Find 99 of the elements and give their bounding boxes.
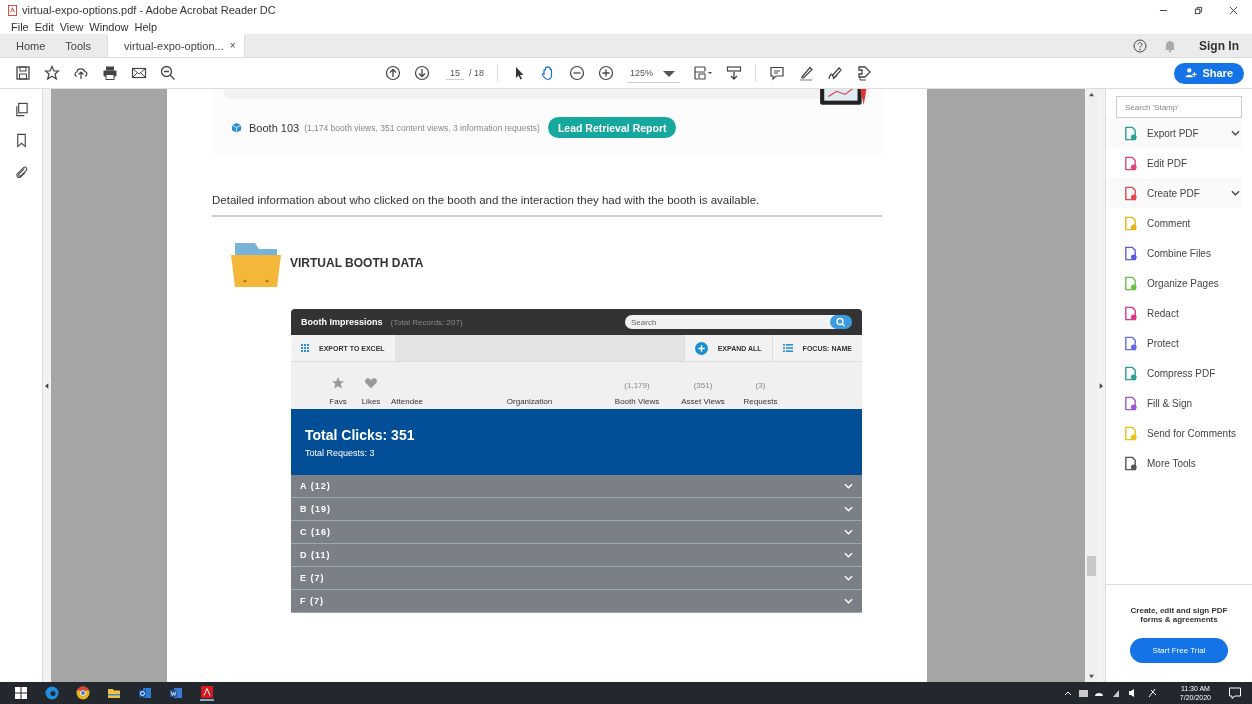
zoom-level-dropdown[interactable]: 125% (627, 63, 681, 83)
tool-item[interactable]: Export PDF (1106, 118, 1242, 148)
folder-icon[interactable] (107, 686, 121, 700)
description-paragraph: Detailed information about who clicked on the booth and the interaction they had with the booth is available. (212, 194, 761, 206)
comment-icon[interactable] (769, 65, 786, 81)
restore-icon[interactable] (1194, 5, 1203, 15)
notification-icon[interactable] (1228, 686, 1242, 700)
cube-icon (231, 122, 242, 133)
search-field[interactable]: Search (625, 315, 836, 329)
menu-item[interactable]: File (11, 20, 29, 34)
tool-item[interactable]: Protect (1106, 328, 1242, 358)
tool-search-field[interactable]: Search 'Stamp' (1116, 96, 1242, 118)
search-icon[interactable] (830, 315, 852, 329)
document-app-icon[interactable] (169, 686, 183, 700)
tool-item[interactable]: Organize Pages (1106, 268, 1242, 298)
stamp-icon[interactable] (856, 65, 873, 81)
chevron-down-icon[interactable] (1231, 190, 1240, 196)
column-header[interactable]: Attendee (391, 397, 424, 406)
column-header[interactable]: Requests (743, 397, 778, 406)
start-free-trial-button[interactable]: Start Free Trial (1130, 638, 1228, 663)
menu-item[interactable]: Edit (34, 20, 54, 34)
print-icon[interactable] (102, 65, 118, 81)
tool-item[interactable]: Comment (1106, 208, 1242, 238)
mail-icon[interactable] (131, 65, 147, 81)
group-row[interactable]: C (16) (291, 521, 862, 544)
tool-item[interactable]: Create PDF (1106, 178, 1242, 208)
tab-close-button[interactable]: × (229, 40, 236, 51)
plus-icon[interactable] (694, 341, 708, 355)
window-title: virtual-expo-options.pdf - Adobe Acrobat Reader DC (22, 4, 276, 16)
menu-item[interactable]: Help (134, 20, 158, 34)
group-row[interactable]: E (7) (291, 567, 862, 590)
add-person-icon[interactable] (1185, 67, 1198, 79)
menu-item[interactable]: View (59, 20, 84, 34)
tool-item[interactable]: Compress PDF (1106, 358, 1242, 388)
record-count: (Total Records: 207) (390, 317, 463, 327)
section-title: VIRTUAL BOOTH DATA (290, 256, 424, 270)
group-row[interactable]: B (19) (291, 498, 862, 521)
cloud-upload-icon[interactable] (73, 65, 89, 81)
column-header[interactable]: Organization (506, 397, 553, 406)
zoom-out-icon[interactable] (569, 65, 586, 81)
tool-item[interactable]: More Tools (1106, 448, 1242, 478)
tool-item[interactable]: Send for Comments (1106, 418, 1242, 448)
tool-item[interactable]: Combine Files (1106, 238, 1242, 268)
page-number-field[interactable]: 15 (446, 66, 464, 80)
column-header[interactable]: Likes (361, 397, 381, 406)
booth-name: Booth 103 (249, 121, 300, 134)
signature-icon[interactable] (827, 65, 844, 81)
share-button[interactable]: Share (1174, 62, 1244, 84)
paperclip-icon[interactable] (13, 164, 29, 179)
column-header[interactable]: Favs (329, 397, 347, 406)
total-requests: Total Requests: 3 (305, 447, 376, 458)
group-row[interactable]: D (11) (291, 544, 862, 567)
group-row[interactable]: F (7) (291, 590, 862, 613)
column-header[interactable]: Asset Views (681, 397, 725, 406)
column-count: (1,179) (624, 381, 650, 390)
list-icon[interactable] (782, 344, 793, 352)
collapse-left-icon[interactable] (45, 382, 49, 389)
column-header[interactable]: Booth Views (614, 397, 660, 406)
scroll-mode-icon[interactable] (726, 65, 743, 81)
tab[interactable]: Tools (55, 34, 102, 57)
star-icon[interactable] (44, 65, 60, 81)
pages-icon[interactable] (13, 102, 29, 117)
edge-browser-icon[interactable] (45, 686, 59, 700)
next-page-icon[interactable] (414, 65, 430, 81)
close-icon[interactable] (1229, 5, 1238, 15)
star-icon[interactable] (331, 376, 345, 390)
mail-app-icon[interactable] (138, 686, 152, 700)
start-icon[interactable] (14, 686, 28, 700)
tool-item[interactable]: Edit PDF (1106, 148, 1242, 178)
menu-item[interactable]: Window (89, 20, 129, 34)
save-icon[interactable] (15, 65, 31, 81)
zoom-in-icon[interactable] (598, 65, 615, 81)
tab[interactable]: virtual-expo-option... × (107, 34, 245, 57)
scroll-up-icon[interactable] (1087, 92, 1095, 97)
pdf-app-icon[interactable] (200, 685, 214, 701)
expand-right-icon[interactable] (1099, 382, 1103, 389)
sign-in-link[interactable]: Sign In (1199, 38, 1239, 53)
chrome-browser-icon[interactable] (76, 686, 90, 700)
tool-item[interactable]: Redact (1106, 298, 1242, 328)
scroll-down-icon[interactable] (1087, 674, 1095, 679)
page-fit-icon[interactable] (693, 65, 714, 81)
previous-page-icon[interactable] (385, 65, 401, 81)
group-row[interactable]: A (12) (291, 475, 862, 498)
zoom-icon[interactable] (160, 65, 176, 81)
column-count: (351) (693, 381, 713, 390)
page-total: / 18 (469, 68, 485, 78)
tool-item[interactable]: Fill & Sign (1106, 388, 1242, 418)
scrollbar-thumb[interactable] (1086, 556, 1096, 576)
grid-icon[interactable] (301, 344, 309, 352)
total-clicks: Total Clicks: 351 (305, 426, 416, 443)
widget-title: Booth Impressions (301, 317, 383, 327)
column-count: (3) (755, 381, 766, 390)
chevron-down-icon[interactable] (1231, 130, 1240, 136)
help-icon[interactable] (1133, 38, 1147, 53)
pdf-file-icon (8, 4, 17, 16)
promo-text: Create, edit and sign PDF forms & agreements (1129, 606, 1229, 624)
highlighter-icon[interactable] (798, 65, 815, 81)
booth-stats: (1,174 booth views, 351 content views, 3 information requests) (304, 122, 540, 133)
tab[interactable]: Home (0, 34, 56, 57)
